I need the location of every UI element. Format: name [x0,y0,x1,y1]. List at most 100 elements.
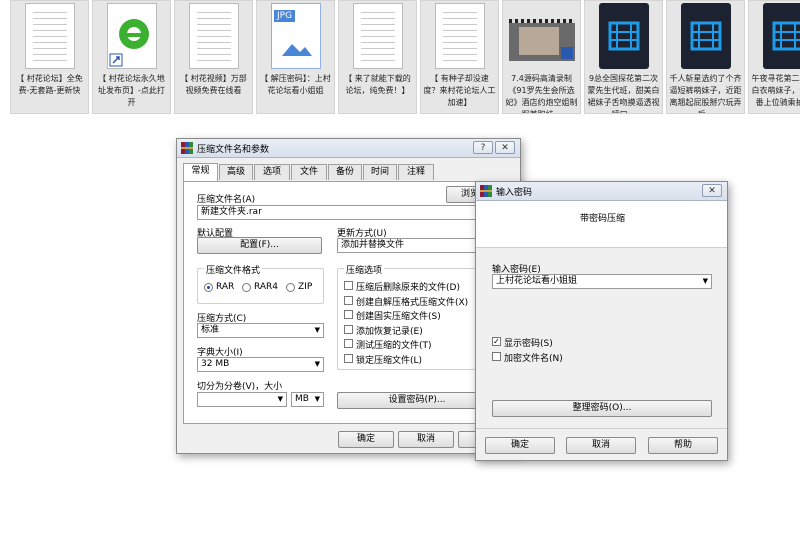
update-mode-select[interactable]: 添加并替换文件 [337,238,487,253]
archive-dialog-titlebar[interactable]: 压缩文件名和参数 ? ✕ [177,139,520,158]
password-dialog-title: 输入密码 [496,188,533,198]
text-file-icon [189,3,239,69]
video-file-icon [763,3,800,69]
winrar-icon [181,142,193,154]
footer-divider [476,428,727,429]
password-help-button[interactable]: 帮助 [648,437,718,454]
split-size-select[interactable]: ▼ [197,392,287,407]
internet-shortcut-icon [107,3,157,69]
dict-select[interactable]: 32 MB ▼ [197,357,324,372]
tab-general[interactable]: 常规 [183,163,218,181]
split-label: 切分为分卷(V)，大小 [197,382,283,392]
password-dialog-heading: 带密码压缩 [580,214,626,224]
option-checkbox[interactable] [344,324,353,334]
organize-passwords-button[interactable]: 整理密码(O)... [492,400,712,417]
option-label: 压缩后删除原来的文件(D) [356,283,460,293]
password-cancel-button[interactable]: 取消 [566,437,636,454]
tab-files[interactable]: 文件 [291,164,327,180]
chevron-down-icon: ▼ [314,326,320,334]
update-mode-value: 添加并替换文件 [341,240,405,250]
format-zip-radio[interactable] [286,283,295,292]
password-dialog-titlebar[interactable]: 输入密码 ✕ [476,182,727,201]
option-checkbox[interactable] [344,339,353,348]
format-group: 压缩文件格式 RAR RAR4 ZIP [197,263,324,304]
image-file-icon: JPG [271,3,321,69]
video-thumbnail-icon [509,19,575,61]
option-checkbox[interactable] [344,353,353,363]
format-rar-radio[interactable] [204,283,213,292]
desktop-file-item[interactable]: JPG 【 解压密码】：上村花论坛看小姐姐 [256,0,335,114]
file-name: 【 解压密码】：上村花论坛看小姐姐 [260,74,331,95]
file-name: 【 村花论坛】全免费-无套路-更新快 [16,74,83,95]
desktop-file-item[interactable]: 午夜寻花第二场甜美白衣萌妹子，调情一番上位骑乘抽插... [748,0,800,114]
set-password-button[interactable]: 设置密码(P)... [337,392,497,409]
option-label: 添加恢复记录(E) [356,326,423,337]
header-divider [476,247,727,248]
archive-name-label: 压缩文件名(A) [197,195,256,205]
format-zip-label: ZIP [298,282,313,292]
archive-name-input[interactable]: 新建文件夹.rar [197,205,487,220]
option-label: 锁定压缩文件(L) [356,355,423,366]
password-header-area: 带密码压缩 [476,201,727,247]
file-name: 7.4源码高清录制《91罗先生会所选妃》酒店约炮空姐制服兼职妹... [505,74,578,113]
desktop-file-item[interactable]: 千人斩星选约了个齐逼短裤萌妹子，近距离翘起屁股掰穴玩弄后... [666,0,745,114]
close-icon[interactable]: ✕ [495,141,515,154]
tab-advanced[interactable]: 高级 [219,164,253,180]
method-select[interactable]: 标准 ▼ [197,323,324,338]
chevron-down-icon: ▼ [277,395,283,403]
video-file-icon [681,3,731,69]
desktop-file-item[interactable]: 【 村花视频】万部视频免费在线看 [174,0,253,114]
general-tab-panel: 压缩文件名(A) 浏览( 新建文件夹.rar 默认配置 配置(F)... 更新方… [183,181,516,424]
encrypt-names-checkbox[interactable] [492,352,501,361]
archive-params-dialog: 压缩文件名和参数 ? ✕ 常规 高级 选项 文件 备份 时间 注释 压缩文件名(… [176,138,521,454]
file-name: 9总全国探花第二次蒙先生代班，甜美白裙妹子舌吻摸逼透视镜口... [587,74,660,113]
file-name: 千人斩星选约了个齐逼短裤萌妹子，近距离翘起屁股掰穴玩弄后... [669,74,742,113]
desktop-file-item[interactable]: 【 村花论坛永久地址发布页】-点此打开 [92,0,171,114]
file-name: 【 村花论坛永久地址发布页】-点此打开 [98,74,165,107]
chevron-down-icon: ▼ [314,395,320,403]
desktop-file-item[interactable]: 【 来了就能下载的论坛，纯免费！】 [338,0,417,114]
format-rar4-radio[interactable] [242,283,251,292]
password-ok-button[interactable]: 确定 [485,437,555,454]
archive-dialog-title: 压缩文件名和参数 [197,145,270,155]
option-checkbox[interactable] [344,281,353,290]
encrypt-names-label: 加密文件名(N) [504,354,563,364]
split-unit-select[interactable]: MB ▼ [291,392,324,407]
option-label: 创建固实压缩文件(S) [356,312,441,322]
file-name: 【 有种子却没速度？来村花论坛人工加速】 [423,74,496,107]
text-file-icon [353,3,403,69]
dict-value: 32 MB [201,359,230,369]
option-checkbox[interactable] [344,295,353,305]
show-password-checkbox[interactable]: ✓ [492,337,501,346]
tab-comment[interactable]: 注释 [398,164,434,180]
archive-cancel-button[interactable]: 取消 [398,431,454,448]
desktop-file-item[interactable]: 【 有种子却没速度？来村花论坛人工加速】 [420,0,499,114]
tab-options[interactable]: 选项 [254,164,290,180]
winrar-icon [480,185,492,197]
show-password-label: 显示密码(S) [504,339,553,349]
desktop-file-item[interactable]: 9总全国探花第二次蒙先生代班，甜美白裙妹子舌吻摸逼透视镜口... [584,0,663,114]
split-unit-value: MB [295,394,309,404]
option-label: 创建自解压格式压缩文件(X) [356,297,469,308]
password-dialog: 输入密码 ✕ 带密码压缩 输入密码(E) 上村花论坛看小姐姐 ▼ ✓ 显示密码(… [475,181,728,461]
tab-time[interactable]: 时间 [363,164,397,180]
format-group-label: 压缩文件格式 [204,263,263,276]
password-input[interactable]: 上村花论坛看小姐姐 ▼ [492,274,712,289]
format-rar-label: RAR [216,282,235,292]
file-name: 【 来了就能下载的论坛，纯免费！】 [344,74,411,95]
config-button[interactable]: 配置(F)... [197,237,322,254]
tab-backup[interactable]: 备份 [328,164,362,180]
archive-ok-button[interactable]: 确定 [338,431,394,448]
option-checkbox[interactable] [344,310,353,319]
options-group-label: 压缩选项 [344,263,385,276]
close-icon[interactable]: ✕ [702,184,722,197]
format-rar4-label: RAR4 [254,282,279,292]
desktop-file-item[interactable]: 7.4源码高清录制《91罗先生会所选妃》酒店约炮空姐制服兼职妹... [502,0,581,114]
video-file-icon [599,3,649,69]
chevron-down-icon: ▼ [314,360,320,368]
desktop-file-item[interactable]: 【 村花论坛】全免费-无套路-更新快 [10,0,89,114]
text-file-icon [435,3,485,69]
password-value: 上村花论坛看小姐姐 [496,276,578,286]
file-name: 午夜寻花第二场甜美白衣萌妹子，调情一番上位骑乘抽插... [751,74,800,107]
help-title-button[interactable]: ? [473,141,493,154]
